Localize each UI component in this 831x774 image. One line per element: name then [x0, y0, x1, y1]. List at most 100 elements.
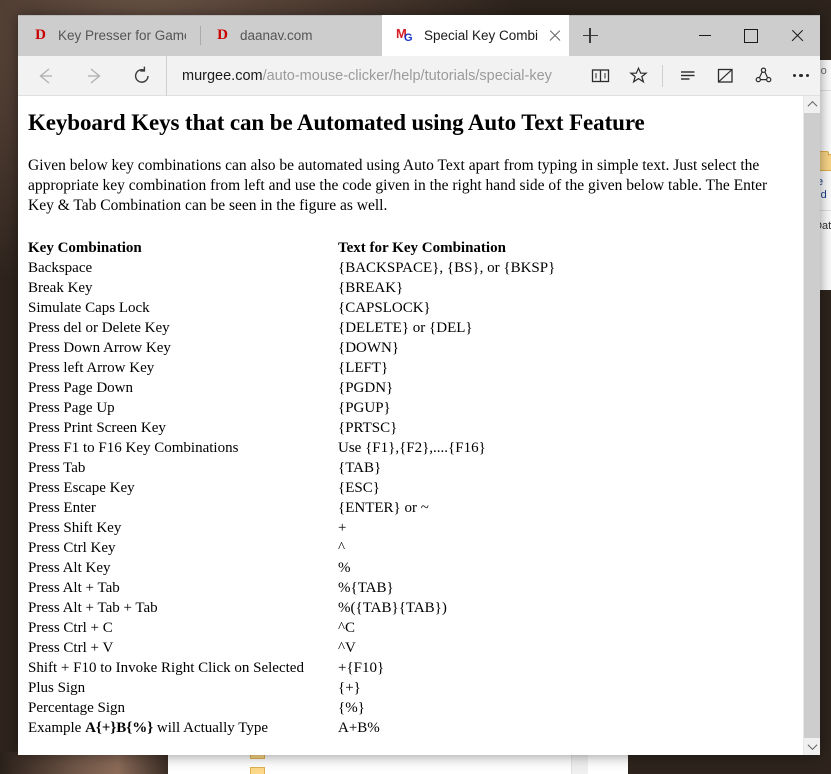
- reading-view-icon[interactable]: [581, 56, 619, 96]
- key-code-cell: {PRTSC}: [338, 420, 398, 436]
- minimize-button[interactable]: [682, 15, 728, 56]
- table-row: Press left Arrow Key {LEFT}: [28, 358, 785, 378]
- site-favicon-icon: D: [217, 27, 228, 43]
- browser-window: D Key Presser for Games D daanav.com MG …: [18, 15, 820, 755]
- key-code-cell: {+}: [338, 680, 361, 696]
- table-row: Press Ctrl Key ^: [28, 538, 785, 558]
- share-icon[interactable]: [744, 56, 782, 96]
- background-scrollbar[interactable]: [571, 753, 588, 774]
- key-code-cell: ^V: [338, 640, 356, 656]
- key-combination-cell: Press Alt + Tab + Tab: [28, 600, 158, 616]
- key-code-cell: {DELETE} or {DEL}: [338, 320, 473, 336]
- table-row: Press Tab {TAB}: [28, 458, 785, 478]
- hub-icon[interactable]: [668, 56, 706, 96]
- table-row: Break Key {BREAK}: [28, 278, 785, 298]
- key-combination-cell: Press F1 to F16 Key Combinations: [28, 440, 239, 456]
- web-note-icon[interactable]: [706, 56, 744, 96]
- key-combination-cell: Press Page Down: [28, 380, 133, 396]
- ellipsis-glyph: [792, 73, 810, 78]
- table-row: Press Page Up {PGUP}: [28, 398, 785, 418]
- close-window-button[interactable]: [774, 15, 820, 56]
- table-row: Press Alt Key%: [28, 558, 785, 578]
- key-combination-cell: Press Ctrl Key: [28, 540, 116, 556]
- page-scrollbar[interactable]: [803, 96, 820, 755]
- address-path: /auto-mouse-clicker/help/tutorials/speci…: [262, 67, 552, 84]
- key-code-cell: {%}: [338, 700, 365, 716]
- key-code-cell: {DOWN}: [338, 340, 400, 356]
- background-window-bottom[interactable]: [168, 752, 628, 774]
- table-row: Press Enter {ENTER} or ~: [28, 498, 785, 518]
- key-code-cell: %{TAB}: [338, 580, 394, 596]
- column-header: Text for Key Combination: [338, 240, 506, 256]
- address-text: murgee.com/auto-mouse-clicker/help/tutor…: [182, 68, 552, 84]
- column-header: Key Combination: [28, 240, 142, 256]
- key-code-cell: ^: [338, 540, 346, 556]
- background-file-row-2[interactable]: [250, 767, 271, 774]
- key-combination-cell: Break Key: [28, 280, 93, 296]
- tab-strip: D Key Presser for Games D daanav.com MG …: [18, 15, 820, 56]
- key-combination-cell: Press Page Up: [28, 400, 115, 416]
- close-tab-icon[interactable]: [547, 28, 563, 44]
- key-combination-cell: Example A{+}B{%} will Actually Type: [28, 720, 269, 736]
- toolbar-icons: [581, 56, 820, 96]
- key-combination-cell: Press Down Arrow Key: [28, 340, 171, 356]
- key-combination-cell: Press Tab: [28, 460, 86, 476]
- key-code-cell: %({TAB}{TAB}): [338, 600, 447, 616]
- table-row: Percentage Sign {%}: [28, 698, 785, 718]
- key-combination-cell: Press Shift Key: [28, 520, 122, 536]
- key-code-cell: {ENTER} or ~: [338, 500, 429, 516]
- key-code-cell: {BREAK}: [338, 280, 404, 296]
- key-combination-cell: Simulate Caps Lock: [28, 300, 150, 316]
- table-row: Press Escape Key {ESC}: [28, 478, 785, 498]
- table-row: Plus Sign {+}: [28, 678, 785, 698]
- key-combination-cell: Press left Arrow Key: [28, 360, 155, 376]
- key-code-cell: {CAPSLOCK}: [338, 300, 431, 316]
- intro-paragraph: Given below key combinations can also be…: [28, 157, 768, 214]
- key-code-cell: {ESC}: [338, 480, 380, 496]
- murgee-favicon-icon: MG: [396, 26, 413, 44]
- more-icon[interactable]: [782, 56, 820, 96]
- key-code-cell: {TAB}: [338, 460, 382, 476]
- refresh-button[interactable]: [118, 56, 166, 96]
- table-row: Press Shift Key +: [28, 518, 785, 538]
- table-row: Example A{+}B{%} will Actually Type A+B%: [28, 718, 785, 738]
- key-combination-cell: Percentage Sign: [28, 700, 126, 716]
- forward-button[interactable]: [70, 56, 118, 96]
- table-row: Press Ctrl + C ^C: [28, 618, 785, 638]
- table-row: Simulate Caps Lock {CAPSLOCK}: [28, 298, 785, 318]
- favorites-star-icon[interactable]: [619, 56, 657, 96]
- table-row: Backspace {BACKSPACE}, {BS}, or {BKSP}: [28, 258, 785, 278]
- key-combination-cell: Press Escape Key: [28, 480, 135, 496]
- maximize-button[interactable]: [728, 15, 774, 56]
- key-combination-cell: Press Ctrl + C: [28, 620, 113, 636]
- key-combination-cell: Shift + F10 to Invoke Right Click on Sel…: [28, 660, 304, 676]
- key-combination-cell: Backspace: [28, 260, 93, 276]
- table-row: Press Down Arrow Key {DOWN}: [28, 338, 785, 358]
- table-row: Press F1 to F16 Key Combinations Use {F1}…: [28, 438, 785, 458]
- tab-daanav-com[interactable]: D daanav.com: [200, 15, 382, 56]
- key-code-cell: {PGDN}: [338, 380, 394, 396]
- key-code-cell: A+B%: [338, 720, 380, 736]
- key-code-cell: +: [338, 520, 347, 536]
- key-combination-cell: Plus Sign: [28, 680, 86, 696]
- page-title: Keyboard Keys that can be Automated usin…: [28, 110, 645, 135]
- key-combination-table: Key Combination Text for Key Combination B…: [28, 238, 785, 738]
- desktop-strip: [0, 752, 168, 774]
- address-bar[interactable]: murgee.com/auto-mouse-clicker/help/tutor…: [166, 55, 581, 96]
- key-combination-cell: Press Ctrl + V: [28, 640, 114, 656]
- navigation-bar: murgee.com/auto-mouse-clicker/help/tutor…: [18, 55, 820, 96]
- window-controls: [682, 15, 820, 56]
- page-content: Keyboard Keys that can be Automated usin…: [18, 96, 803, 755]
- key-code-cell: ^C: [338, 620, 356, 636]
- back-button[interactable]: [22, 56, 70, 96]
- key-code-cell: %: [338, 560, 351, 576]
- scroll-down-icon[interactable]: [803, 738, 820, 755]
- tab-special-key-combinations[interactable]: MG Special Key Combinati: [382, 15, 569, 56]
- key-combination-cell: Press Enter: [28, 500, 96, 516]
- scrollbar-thumb[interactable]: [803, 113, 820, 738]
- scroll-up-icon[interactable]: [803, 96, 820, 113]
- table-row: Shift + F10 to Invoke Right Click on Sel…: [28, 658, 785, 678]
- tab-key-presser-for-games[interactable]: D Key Presser for Games: [18, 15, 200, 56]
- key-code-cell: {LEFT}: [338, 360, 389, 376]
- new-tab-button[interactable]: [569, 15, 611, 56]
